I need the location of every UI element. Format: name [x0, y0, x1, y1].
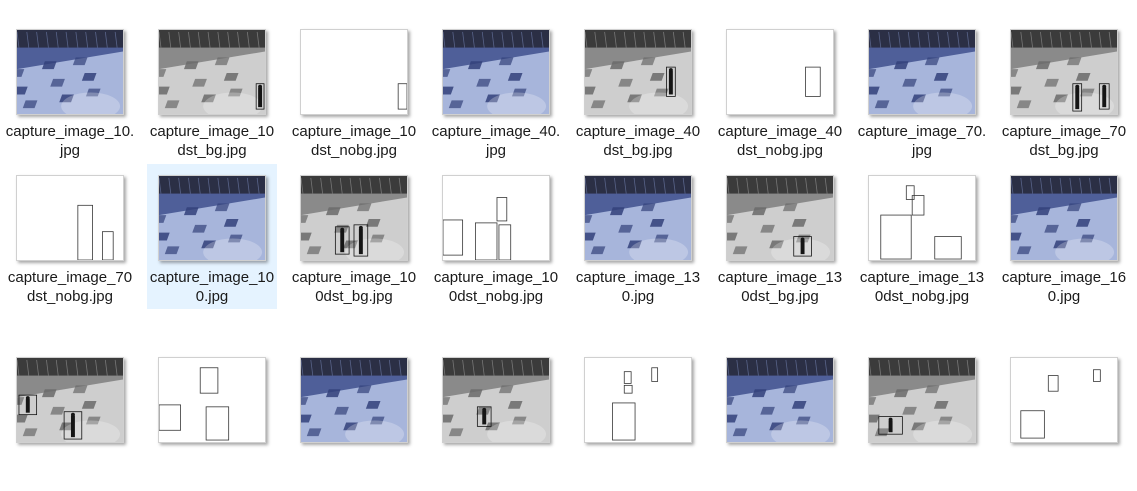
file-item[interactable]: capture_image_70.jpg: [857, 18, 987, 163]
file-thumbnail[interactable]: [726, 29, 834, 115]
file-thumbnail[interactable]: [868, 29, 976, 115]
file-item[interactable]: [857, 346, 987, 491]
file-thumbnail[interactable]: [726, 357, 834, 443]
file-thumbnail[interactable]: [300, 357, 408, 443]
file-item[interactable]: capture_image_10dst_bg.jpg: [147, 18, 277, 163]
file-name-label: capture_image_70.jpg: [857, 123, 987, 159]
file-item[interactable]: [147, 346, 277, 491]
file-thumbnail[interactable]: [1010, 357, 1118, 443]
file-thumbnail[interactable]: [1010, 175, 1118, 261]
file-name-label: capture_image_130dst_nobg.jpg: [859, 269, 985, 305]
file-thumbnail[interactable]: [584, 357, 692, 443]
file-item[interactable]: capture_image_100dst_nobg.jpg: [431, 164, 561, 309]
file-item[interactable]: [715, 346, 845, 491]
file-item[interactable]: capture_image_10.jpg: [5, 18, 135, 163]
file-item[interactable]: capture_image_100dst_bg.jpg: [289, 164, 419, 309]
file-item[interactable]: capture_image_100.jpg: [147, 164, 277, 309]
file-name-label: capture_image_100dst_bg.jpg: [291, 269, 417, 305]
file-thumbnail[interactable]: [16, 175, 124, 261]
file-name-label: capture_image_40dst_nobg.jpg: [717, 123, 843, 159]
file-item[interactable]: capture_image_40dst_bg.jpg: [573, 18, 703, 163]
file-thumbnail-grid: capture_image_10.jpg capture_image_10dst_…: [0, 0, 1137, 474]
file-item[interactable]: [289, 346, 419, 491]
file-name-label: capture_image_70dst_nobg.jpg: [7, 269, 133, 305]
file-thumbnail[interactable]: [442, 175, 550, 261]
file-item[interactable]: [999, 346, 1129, 491]
file-thumbnail[interactable]: [300, 175, 408, 261]
file-item[interactable]: capture_image_40dst_nobg.jpg: [715, 18, 845, 163]
file-thumbnail[interactable]: [868, 357, 976, 443]
file-thumbnail[interactable]: [726, 175, 834, 261]
file-item[interactable]: [431, 346, 561, 491]
file-name-label: capture_image_130dst_bg.jpg: [717, 269, 843, 305]
file-item[interactable]: [5, 346, 135, 491]
file-item[interactable]: capture_image_130.jpg: [573, 164, 703, 309]
file-thumbnail[interactable]: [158, 175, 266, 261]
file-thumbnail[interactable]: [300, 29, 408, 115]
file-name-label: capture_image_160.jpg: [1001, 269, 1127, 305]
file-name-label: capture_image_40.jpg: [431, 123, 561, 159]
file-name-label: capture_image_70dst_bg.jpg: [1001, 123, 1127, 159]
file-item[interactable]: capture_image_130dst_nobg.jpg: [857, 164, 987, 309]
file-name-label: capture_image_130.jpg: [575, 269, 701, 305]
file-thumbnail[interactable]: [16, 357, 124, 443]
file-thumbnail[interactable]: [158, 29, 266, 115]
file-name-label: capture_image_10dst_nobg.jpg: [291, 123, 417, 159]
file-item[interactable]: capture_image_160.jpg: [999, 164, 1129, 309]
file-name-label: capture_image_40dst_bg.jpg: [575, 123, 701, 159]
file-thumbnail[interactable]: [158, 357, 266, 443]
file-thumbnail[interactable]: [442, 357, 550, 443]
file-item[interactable]: capture_image_40.jpg: [431, 18, 561, 163]
file-item[interactable]: [573, 346, 703, 491]
file-name-label: capture_image_100dst_nobg.jpg: [433, 269, 559, 305]
file-thumbnail[interactable]: [868, 175, 976, 261]
file-thumbnail[interactable]: [1010, 29, 1118, 115]
file-thumbnail[interactable]: [16, 29, 124, 115]
file-item[interactable]: capture_image_10dst_nobg.jpg: [289, 18, 419, 163]
file-thumbnail[interactable]: [584, 175, 692, 261]
file-thumbnail[interactable]: [584, 29, 692, 115]
file-item[interactable]: capture_image_130dst_bg.jpg: [715, 164, 845, 309]
file-item[interactable]: capture_image_70dst_nobg.jpg: [5, 164, 135, 309]
file-name-label: capture_image_10.jpg: [5, 123, 135, 159]
file-name-label: capture_image_100.jpg: [149, 269, 275, 305]
file-name-label: capture_image_10dst_bg.jpg: [149, 123, 275, 159]
file-item[interactable]: capture_image_70dst_bg.jpg: [999, 18, 1129, 163]
file-thumbnail[interactable]: [442, 29, 550, 115]
